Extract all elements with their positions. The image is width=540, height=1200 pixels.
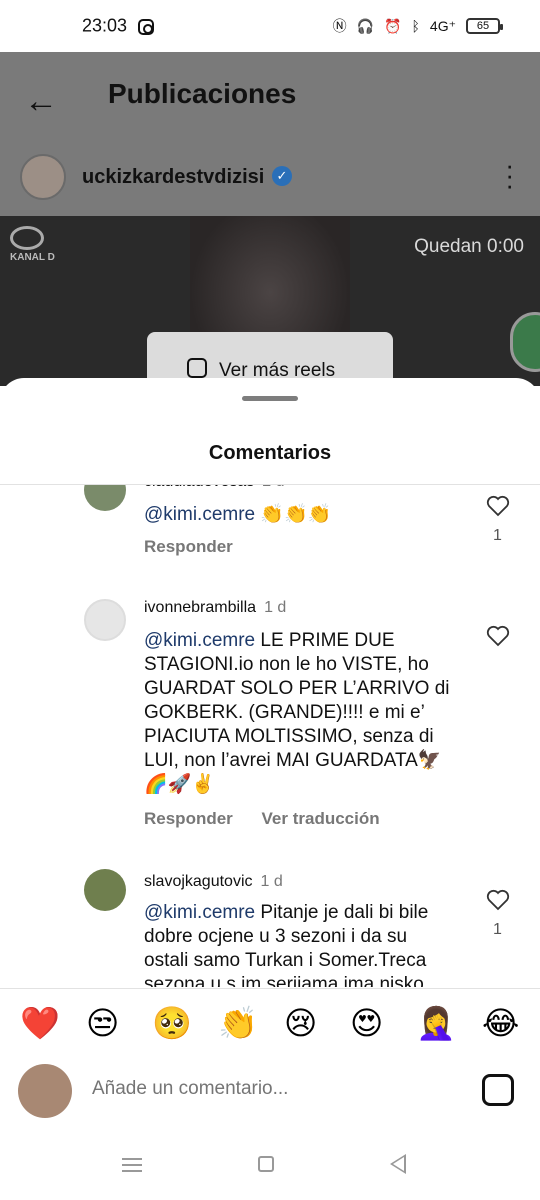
like-heart-icon[interactable] — [486, 495, 510, 517]
comment-username[interactable]: ivonnebrambilla 1 d — [144, 599, 286, 617]
instagram-icon — [138, 19, 154, 35]
comments-sheet: Comentarios claudiadevesas 2 d @kimi.cemr… — [0, 378, 540, 1200]
reaction-clap-emoji[interactable]: 👏 — [218, 1005, 258, 1041]
comment-age: 2 d — [262, 485, 284, 490]
top-bar: ← Publicaciones — [0, 52, 540, 142]
comment-mention[interactable]: @kimi.cemre — [144, 504, 255, 525]
sticker-icon[interactable] — [482, 1074, 514, 1106]
comment-avatar[interactable] — [84, 599, 126, 641]
battery-icon: 65 — [466, 18, 503, 34]
my-avatar — [18, 1064, 72, 1118]
comment-body: LE PRIME DUE STAGIONI.io non le ho VISTE… — [144, 630, 450, 795]
comment-mention[interactable]: @kimi.cemre — [144, 630, 255, 651]
reels-icon — [187, 358, 207, 378]
comments-list[interactable]: claudiadevesas 2 d @kimi.cemre 👏👏👏 Respon… — [0, 485, 540, 987]
like-count: 1 — [493, 527, 502, 544]
reaction-heart-eyes-emoji[interactable]: 😍 — [350, 1005, 383, 1041]
comment-avatar[interactable] — [84, 485, 126, 511]
comment-mention[interactable]: @kimi.cemre — [144, 902, 255, 923]
channel-logo: KANAL D — [10, 226, 55, 263]
reaction-laughing-emoji[interactable]: 😂 — [482, 1005, 519, 1041]
post-author-row[interactable]: uckizkardestvdizisi ✓ · · · — [0, 148, 540, 208]
reply-button[interactable]: Responder — [144, 537, 233, 556]
channel-logo-icon — [10, 226, 44, 250]
like-heart-icon[interactable] — [486, 889, 510, 911]
post-page: ← Publicaciones uckizkardestvdizisi ✓ · ·… — [0, 52, 540, 386]
quick-reactions-bar: ❤️ 😒 🥺 👏 😢 😍 🤦‍♀️ 😂 — [0, 988, 540, 1060]
comment-text: @kimi.cemre 👏👏👏 — [144, 503, 454, 527]
comment-user[interactable]: claudiadevesas — [144, 485, 254, 490]
comment-user[interactable]: ivonnebrambilla — [144, 599, 256, 616]
author-avatar[interactable] — [20, 154, 66, 200]
signal-indicator: 4G⁺ — [429, 17, 456, 34]
post-video[interactable]: KANAL D Quedan 0:00 Ver más reels — [0, 216, 540, 386]
headphones-icon: 🎧 — [356, 17, 375, 34]
comment-actions: Responder Ver traducción — [144, 809, 380, 829]
comment-body: 👏👏👏 — [255, 504, 332, 525]
see-translation-button[interactable]: Ver traducción — [262, 809, 380, 828]
back-icon[interactable] — [390, 1154, 406, 1174]
reaction-crying-emoji[interactable]: 😢 — [284, 1005, 317, 1041]
home-icon[interactable] — [258, 1156, 274, 1172]
verified-badge-icon: ✓ — [272, 166, 292, 186]
reaction-heart-emoji[interactable]: ❤️ — [20, 1005, 60, 1041]
comment-age: 1 d — [264, 599, 287, 616]
system-nav-bar — [0, 1136, 540, 1200]
comment-username[interactable]: claudiadevesas 2 d — [144, 485, 285, 491]
page-title: Publicaciones — [108, 78, 297, 109]
status-icons: Ⓝ 🎧 ⏰ ᛒ 4G⁺ 65 — [332, 16, 503, 36]
comment-composer — [0, 1060, 540, 1132]
reaction-pleading-emoji[interactable]: 🥺 — [152, 1005, 192, 1041]
status-bar: 23:03 Ⓝ 🎧 ⏰ ᛒ 4G⁺ 65 — [0, 0, 540, 52]
reply-button[interactable]: Responder — [144, 809, 233, 828]
like-count: 1 — [493, 921, 502, 938]
reaction-facepalm-emoji[interactable]: 🤦‍♀️ — [416, 1005, 456, 1041]
channel-logo-text: KANAL D — [10, 252, 55, 263]
comment-input[interactable] — [92, 1078, 432, 1100]
more-options-icon[interactable]: · · · — [505, 152, 514, 198]
video-remaining-time: Quedan 0:00 — [414, 236, 524, 257]
floating-action-button[interactable] — [510, 312, 540, 372]
sheet-title: Comentarios — [208, 442, 332, 464]
sheet-drag-handle[interactable] — [242, 396, 298, 401]
comment-text: @kimi.cemre Pitanje je dali bi bile dobr… — [144, 901, 454, 987]
comment-username[interactable]: slavojkagutovic 1 d — [144, 873, 283, 891]
comment-avatar[interactable] — [84, 869, 126, 911]
nfc-icon: Ⓝ — [332, 18, 347, 34]
comment-actions: Responder — [144, 537, 233, 557]
status-time: 23:03 — [82, 15, 128, 36]
comment-user[interactable]: slavojkagutovic — [144, 873, 253, 890]
back-arrow-icon[interactable]: ← — [24, 82, 58, 121]
alarm-icon: ⏰ — [384, 17, 402, 34]
reaction-unamused-emoji[interactable]: 😒 — [86, 1005, 119, 1041]
author-username[interactable]: uckizkardestvdizisi — [82, 166, 264, 189]
recent-apps-icon[interactable] — [122, 1158, 142, 1172]
comment-age: 1 d — [260, 873, 283, 890]
like-heart-icon[interactable] — [486, 625, 510, 647]
comment-text: @kimi.cemre LE PRIME DUE STAGIONI.io non… — [144, 629, 454, 797]
bluetooth-icon: ᛒ — [411, 18, 420, 34]
